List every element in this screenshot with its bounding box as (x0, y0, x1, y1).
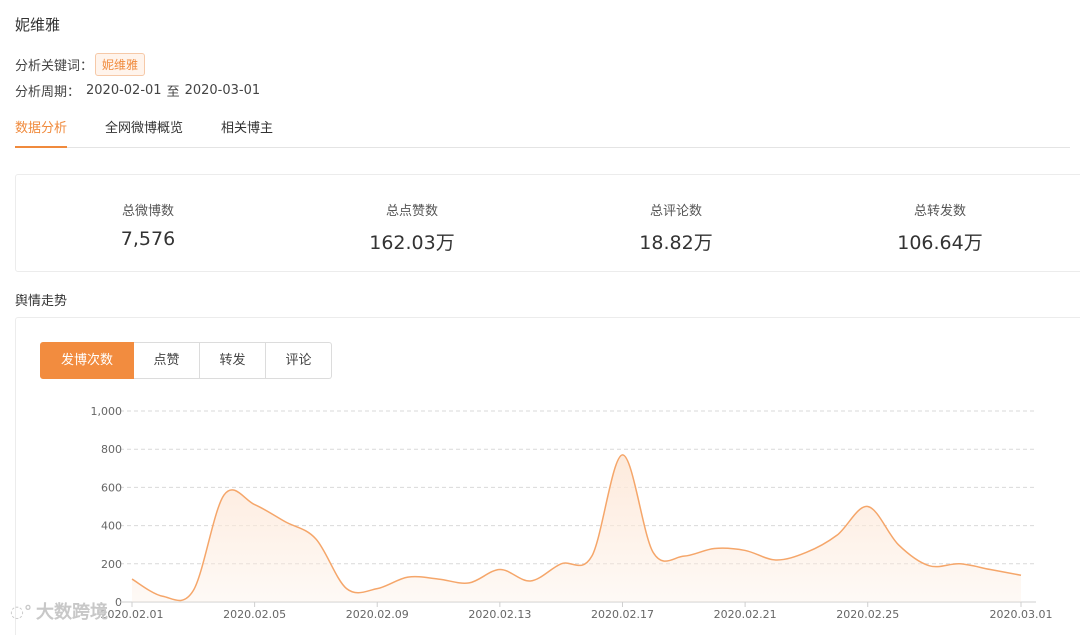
x-tick-label: 2020.03.01 (990, 608, 1053, 621)
stat-label: 总点赞数 (385, 204, 438, 219)
stat-total-comments: 总评论数 18.82万 (544, 175, 808, 271)
period-label: 分析周期： (15, 85, 81, 100)
stat-value: 7,576 (120, 228, 176, 250)
y-tick-label: 400 (101, 520, 122, 533)
stat-label: 总转发数 (913, 204, 966, 219)
stat-total-posts: 总微博数 7,576 (16, 175, 280, 271)
x-tick-label: 2020.02.13 (468, 608, 531, 621)
tab-weibo-overview[interactable]: 全网微博概览 (105, 116, 183, 148)
tab-related-bloggers[interactable]: 相关博主 (221, 116, 273, 148)
x-tick-label: 2020.02.21 (714, 608, 777, 621)
y-tick-label: 1,000 (91, 405, 123, 418)
stat-label: 总微博数 (121, 204, 174, 219)
stat-value: 162.03万 (369, 232, 455, 254)
stat-total-reposts: 总转发数 106.64万 (808, 175, 1072, 271)
y-tick-label: 600 (101, 481, 122, 494)
tab-data-analysis[interactable]: 数据分析 (15, 116, 68, 148)
stat-total-likes: 总点赞数 162.03万 (280, 175, 544, 271)
stats-panel: 总微博数 7,576 总点赞数 162.03万 总评论数 18.82万 总转发数… (15, 174, 1080, 272)
metric-button-reposts[interactable]: 转发 (200, 342, 266, 379)
watermark: ◌° 大数跨境 (10, 598, 108, 624)
metric-button-group: 发博次数 点赞 转发 评论 (40, 342, 332, 379)
trend-section-title: 舆情走势 (15, 294, 68, 309)
stat-value: 18.82万 (639, 232, 713, 254)
x-tick-label: 2020.02.01 (101, 608, 164, 621)
y-tick-label: 200 (101, 558, 122, 571)
stat-value: 106.64万 (897, 232, 983, 254)
x-tick-label: 2020.02.25 (836, 608, 899, 621)
y-tick-label: 800 (101, 443, 122, 456)
bubble-logo-icon: ◌° (10, 601, 32, 621)
keyword-label: 分析关键词： (15, 59, 94, 74)
watermark-text: 大数跨境 (35, 602, 108, 623)
metric-button-posts[interactable]: 发博次数 (40, 342, 134, 379)
keyword-row: 分析关键词： 妮维雅 (15, 53, 146, 76)
x-tick-label: 2020.02.17 (591, 608, 654, 621)
keyword-tag[interactable]: 妮维雅 (95, 53, 146, 76)
period-start: 2020-02-01 (86, 83, 162, 98)
trend-chart-panel: 0 200 400 600 800 1,000 2020.02.01 2020.02.05 20… (15, 317, 1080, 635)
metric-button-likes[interactable]: 点赞 (134, 342, 200, 379)
period-end: 2020-03-01 (184, 83, 261, 98)
stat-label: 总评论数 (649, 204, 702, 219)
series-area (132, 454, 1021, 602)
page-title: 妮维雅 (15, 16, 61, 34)
tab-bar: 数据分析 全网微博概览 相关博主 (15, 116, 1070, 148)
metric-button-comments[interactable]: 评论 (266, 342, 332, 379)
x-tick-label: 2020.02.05 (223, 608, 286, 621)
period-separator: 至 (166, 85, 180, 100)
period-row: 分析周期： 2020-02-01 至 2020-03-01 (15, 81, 260, 100)
x-tick-label: 2020.02.09 (346, 608, 409, 621)
